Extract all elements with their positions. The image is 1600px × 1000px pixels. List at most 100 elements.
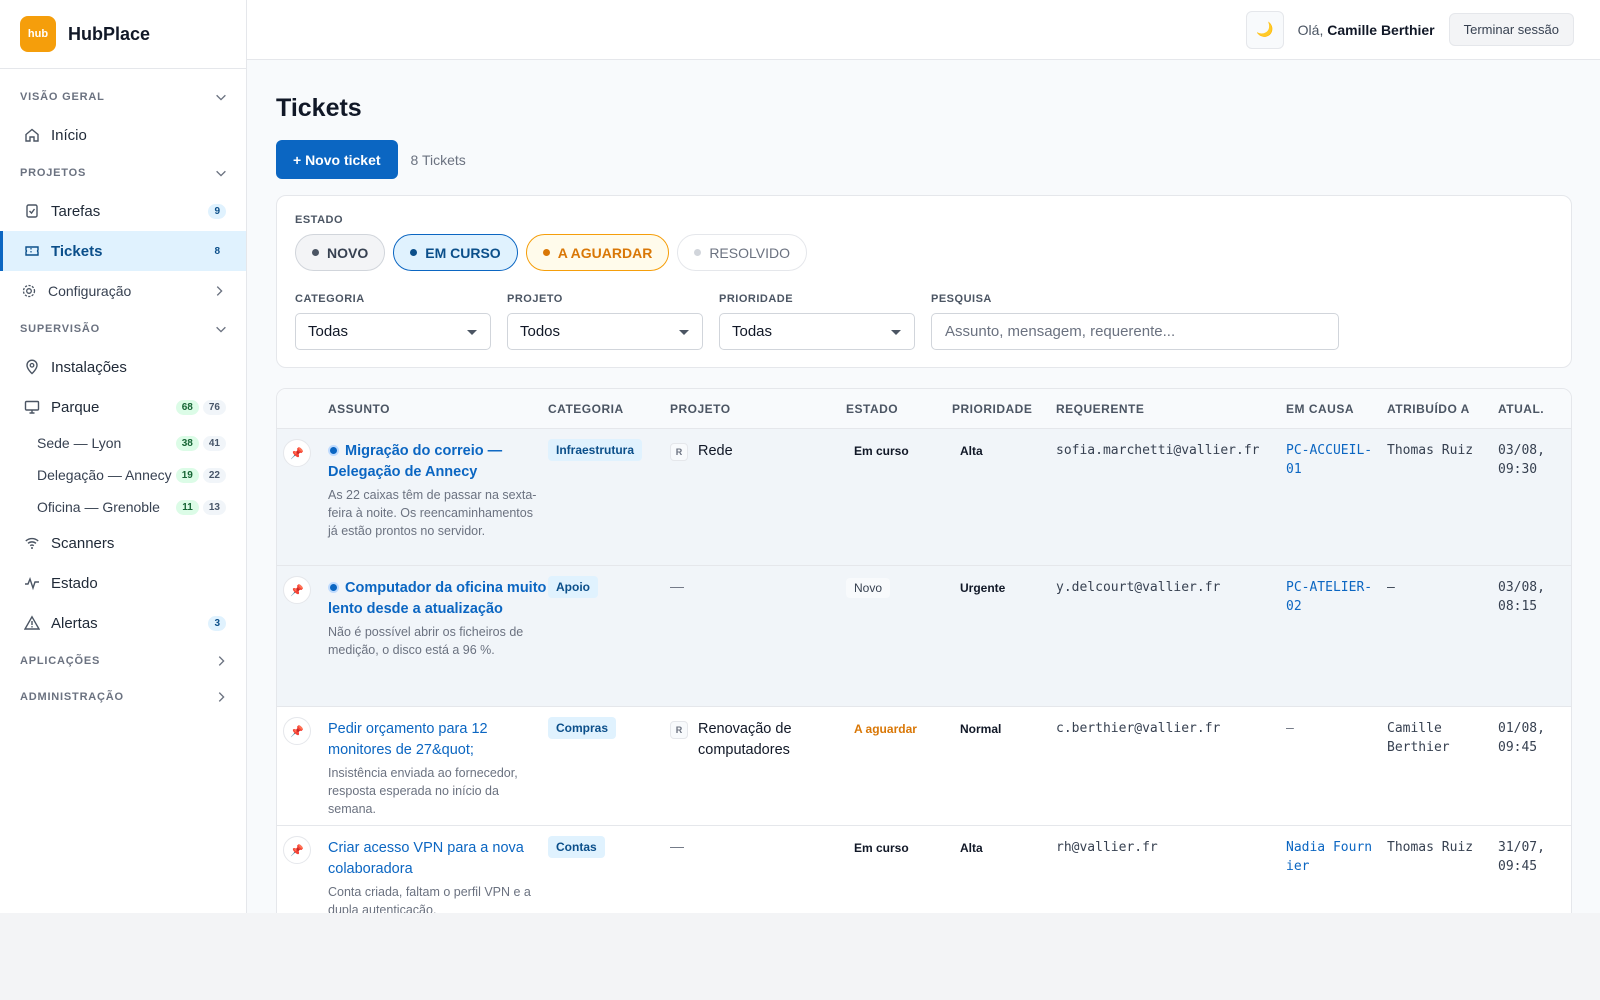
table-row[interactable]: 📌 Pedir orçamento para 12 monitores de 2…: [277, 707, 1571, 826]
chevron-down-icon: [216, 94, 226, 101]
column-header-estado[interactable]: ESTADO: [846, 402, 952, 416]
table-row[interactable]: 📌 Migração do correio — Delegação de Ann…: [277, 429, 1571, 566]
priority-badge: Urgente: [960, 581, 1006, 595]
column-header-requerente[interactable]: REQUERENTE: [1056, 402, 1286, 416]
pin-icon[interactable]: 📌: [283, 717, 311, 745]
pin-icon[interactable]: 📌: [283, 439, 311, 467]
column-header-em-causa[interactable]: EM CAUSA: [1286, 402, 1387, 416]
subject-cell: Computador da oficina muito lento desde …: [328, 578, 548, 706]
ticket-message: Conta criada, faltam o perfil VPN e a du…: [328, 885, 531, 913]
ticket-title-link[interactable]: Criar acesso VPN para a nova colaborador…: [328, 838, 548, 880]
pin-cell: 📌: [277, 717, 328, 825]
app-window: hub HubPlace VISÃO GERAL Início PROJETOS…: [0, 0, 1600, 913]
status-badge: Em curso: [854, 841, 909, 855]
section-overview[interactable]: VISÃO GERAL: [0, 79, 246, 115]
column-header-atual[interactable]: ATUAL.: [1498, 402, 1571, 416]
status-dot: [410, 249, 418, 256]
online-count-badge: 19: [175, 467, 199, 483]
table-row[interactable]: 📌 Criar acesso VPN para a nova colaborad…: [277, 826, 1571, 913]
subject-ref-link[interactable]: Nadia Fournier: [1286, 838, 1387, 913]
sidebar-subitem-site[interactable]: Delegação — Annecy 19 22: [0, 459, 246, 491]
requester-cell: rh@vallier.fr: [1056, 840, 1158, 855]
search-input[interactable]: [931, 313, 1339, 350]
status-pill-novo[interactable]: NOVO: [295, 234, 386, 271]
sidebar-item-label: Estado: [51, 574, 98, 592]
chevron-right-icon: [218, 692, 225, 702]
requester-cell: y.delcourt@vallier.fr: [1056, 580, 1221, 595]
section-label: SUPERVISÃO: [20, 323, 100, 335]
project-cell: R Rede: [670, 441, 846, 565]
ticket-title-link[interactable]: Pedir orçamento para 12 monitores de 27&…: [328, 719, 548, 761]
gear-icon: [20, 282, 38, 300]
ticket-count: 8 Tickets: [410, 151, 466, 168]
sidebar-item-scanners[interactable]: Scanners: [0, 523, 246, 563]
category-cell: Infraestrutura: [548, 439, 670, 565]
filter-label: PROJETO: [507, 293, 563, 305]
column-header-atribuido[interactable]: ATRIBUÍDO A: [1387, 402, 1498, 416]
project-label[interactable]: R Renovação de computadores: [670, 719, 846, 761]
home-icon: [23, 126, 41, 144]
logout-button[interactable]: Terminar sessão: [1448, 13, 1574, 46]
project-select[interactable]: Todos: [507, 313, 703, 350]
sidebar-item-inicio[interactable]: Início: [0, 115, 246, 155]
status-cell: A aguardar: [846, 719, 952, 825]
warning-icon: [23, 614, 41, 632]
section-admin[interactable]: ADMINISTRAÇÃO: [0, 679, 246, 715]
page-actions: + Novo ticket 8 Tickets: [276, 140, 1572, 179]
pin-icon[interactable]: 📌: [283, 836, 311, 864]
status-pill-em-curso[interactable]: EM CURSO: [393, 234, 518, 271]
table-header: ASSUNTO CATEGORIA PROJETO ESTADO PRIORID…: [277, 389, 1571, 429]
category-select[interactable]: Todas: [295, 313, 491, 350]
activity-icon: [23, 574, 41, 592]
ticket-title-link[interactable]: Computador da oficina muito lento desde …: [328, 578, 548, 620]
section-supervision[interactable]: SUPERVISÃO: [0, 311, 246, 347]
table-row[interactable]: 📌 Computador da oficina muito lento desd…: [277, 566, 1571, 707]
sidebar-item-instalacoes[interactable]: Instalações: [0, 347, 246, 387]
requester-cell: c.berthier@vallier.fr: [1056, 721, 1221, 736]
assignee-cell: Thomas Ruiz: [1387, 443, 1474, 458]
subject-ref-link[interactable]: PC-ATELIER-02: [1286, 578, 1387, 706]
column-header-projeto[interactable]: PROJETO: [670, 402, 846, 416]
user-greeting: Olá, Camille Berthier: [1298, 22, 1435, 38]
status-badge: Em curso: [854, 444, 909, 458]
brand[interactable]: hub HubPlace: [0, 0, 246, 69]
section-apps[interactable]: APLICAÇÕES: [0, 643, 246, 679]
pin-cell: 📌: [277, 576, 328, 706]
unread-dot: [328, 445, 339, 456]
sidebar-item-tarefas[interactable]: Tarefas 9: [0, 191, 246, 231]
sidebar-subitem-site[interactable]: Oficina — Grenoble 11 13: [0, 491, 246, 523]
new-ticket-button[interactable]: + Novo ticket: [276, 140, 398, 179]
sidebar-item-estado[interactable]: Estado: [0, 563, 246, 603]
ticket-icon: [23, 242, 41, 260]
sidebar-item-tickets[interactable]: Tickets 8: [0, 231, 246, 271]
total-count-badge: 22: [202, 467, 226, 483]
status-pill-resolvido[interactable]: RESOLVIDO: [677, 234, 807, 271]
subject-cell: Pedir orçamento para 12 monitores de 27&…: [328, 719, 548, 825]
column-header-prioridade[interactable]: PRIORIDADE: [952, 402, 1056, 416]
sidebar-item-label: Início: [51, 126, 87, 144]
pin-cell: 📌: [277, 836, 328, 913]
ticket-title-link[interactable]: Migração do correio — Delegação de Annec…: [328, 441, 548, 483]
section-projects[interactable]: PROJETOS: [0, 155, 246, 191]
status-pill-a-aguardar[interactable]: A AGUARDAR: [525, 234, 670, 271]
project-label[interactable]: R Rede: [670, 441, 846, 462]
priority-badge: Alta: [960, 444, 983, 458]
sidebar-item-parque[interactable]: Parque 68 76: [0, 387, 246, 427]
sidebar-item-configuracao[interactable]: Configuração: [0, 271, 246, 311]
pill-label: NOVO: [327, 244, 369, 261]
online-count-badge: 68: [175, 399, 199, 415]
priority-select[interactable]: Todas: [719, 313, 915, 350]
wifi-icon: [23, 534, 41, 552]
requester-cell: sofia.marchetti@vallier.fr: [1056, 443, 1260, 458]
pin-icon[interactable]: 📌: [283, 576, 311, 604]
subject-ref-link[interactable]: PC-ACCUEIL-01: [1286, 441, 1387, 565]
sidebar-item-alertas[interactable]: Alertas 3: [0, 603, 246, 643]
sidebar-subitem-site[interactable]: Sede — Lyon 38 41: [0, 427, 246, 459]
column-header-categoria[interactable]: CATEGORIA: [548, 402, 670, 416]
ticket-title: Computador da oficina muito lento desde …: [328, 580, 547, 617]
chevron-down-icon: [216, 326, 226, 333]
section-label: VISÃO GERAL: [20, 91, 105, 103]
project-cell: R Renovação de computadores: [670, 719, 846, 825]
column-header-assunto[interactable]: ASSUNTO: [328, 402, 548, 416]
theme-toggle-button[interactable]: 🌙: [1245, 10, 1284, 49]
